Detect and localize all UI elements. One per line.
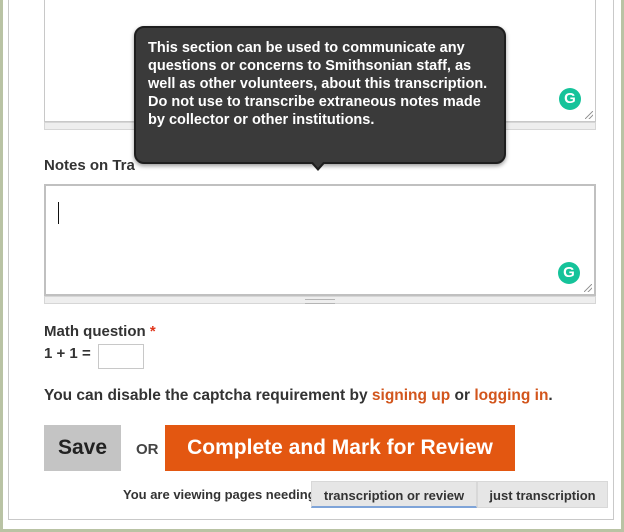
signup-link[interactable]: signing up: [372, 387, 450, 404]
required-marker: *: [149, 323, 156, 340]
captcha-middle: or: [450, 387, 475, 404]
or-separator: OR: [136, 441, 159, 458]
login-link[interactable]: logging in: [474, 387, 548, 404]
resize-corner-icon[interactable]: [584, 284, 592, 292]
captcha-suffix: .: [548, 387, 553, 404]
notes-help-tooltip: This section can be used to communicate …: [134, 26, 506, 164]
resize-corner-icon[interactable]: [585, 111, 593, 119]
math-answer-input[interactable]: [98, 344, 144, 369]
captcha-notice: You can disable the captcha requirement …: [44, 387, 553, 405]
textarea-resize-bar[interactable]: [44, 296, 596, 304]
notes-label: Notes on Tra: [44, 157, 135, 174]
grammarly-icon[interactable]: G: [559, 88, 581, 110]
save-button[interactable]: Save: [44, 425, 121, 471]
grip-icon: [305, 299, 335, 304]
text-caret: [58, 202, 59, 224]
complete-review-button[interactable]: Complete and Mark for Review: [165, 425, 515, 471]
tooltip-arrow-inner: [312, 161, 324, 168]
captcha-prefix: You can disable the captcha requirement …: [44, 387, 372, 404]
grammarly-icon[interactable]: G: [558, 262, 580, 284]
tooltip-text: This section can be used to communicate …: [148, 40, 488, 128]
math-question-label: Math question *: [44, 323, 156, 340]
notes-textarea[interactable]: G: [44, 184, 596, 296]
viewing-filter-label: You are viewing pages needing: [123, 487, 316, 502]
tab-transcription-or-review[interactable]: transcription or review: [311, 481, 477, 508]
tab-just-transcription[interactable]: just transcription: [477, 481, 608, 508]
math-expression: 1 + 1 =: [44, 345, 91, 362]
math-label-text: Math question: [44, 323, 146, 340]
